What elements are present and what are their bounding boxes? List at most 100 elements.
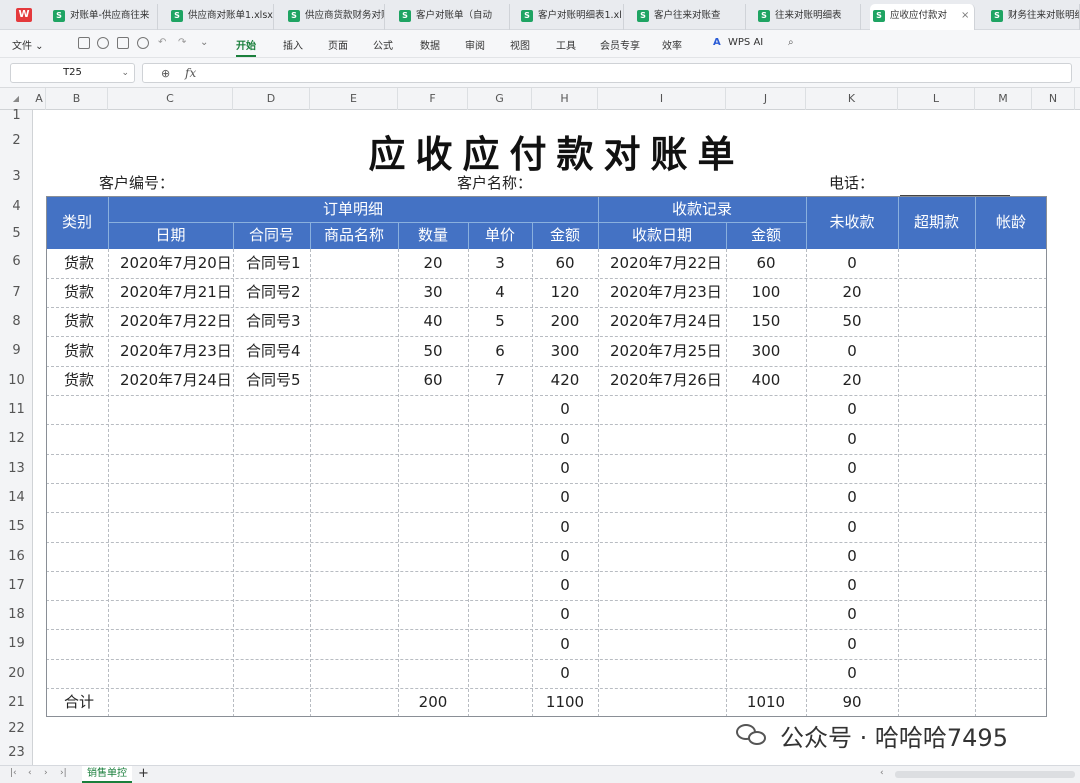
row-header-cell[interactable]: 15 xyxy=(0,519,33,535)
table-cell[interactable]: 20 xyxy=(806,366,898,395)
row-header-cell[interactable]: 5 xyxy=(0,226,33,242)
table-cell[interactable] xyxy=(46,542,108,571)
table-cell[interactable] xyxy=(233,542,310,571)
table-cell[interactable]: 20 xyxy=(806,278,898,307)
table-cell[interactable] xyxy=(468,629,532,659)
table-cell[interactable]: 合同号4 xyxy=(233,336,310,366)
table-cell[interactable] xyxy=(975,395,1047,424)
row-header-cell[interactable]: 11 xyxy=(0,402,33,418)
row-header-cell[interactable]: 9 xyxy=(0,343,33,359)
table-cell[interactable] xyxy=(726,424,806,454)
table-cell[interactable] xyxy=(726,659,806,688)
table-cell[interactable] xyxy=(46,512,108,542)
table-cell[interactable] xyxy=(310,454,398,483)
table-cell[interactable]: 0 xyxy=(806,483,898,512)
column-header-cell[interactable]: J xyxy=(726,88,806,110)
table-cell[interactable] xyxy=(46,659,108,688)
table-cell[interactable]: 100 xyxy=(726,278,806,307)
row-header-cell[interactable]: 1 xyxy=(0,108,33,124)
table-cell[interactable] xyxy=(898,600,975,629)
table-cell[interactable]: 货款 xyxy=(46,307,108,336)
row-header-cell[interactable]: 16 xyxy=(0,549,33,565)
export-icon[interactable] xyxy=(97,37,109,49)
table-cell[interactable] xyxy=(310,395,398,424)
table-cell[interactable]: 2020年7月22日 xyxy=(108,307,233,336)
table-cell[interactable]: 0 xyxy=(532,542,598,571)
table-cell[interactable] xyxy=(898,483,975,512)
table-cell[interactable]: 0 xyxy=(806,336,898,366)
table-cell[interactable]: 4 xyxy=(468,278,532,307)
table-cell[interactable] xyxy=(898,659,975,688)
table-cell[interactable] xyxy=(898,542,975,571)
table-cell[interactable]: 150 xyxy=(726,307,806,336)
table-cell[interactable]: 0 xyxy=(532,483,598,512)
table-cell[interactable]: 20 xyxy=(398,249,468,278)
table-cell[interactable] xyxy=(310,629,398,659)
menu-tools[interactable]: 工具 xyxy=(556,37,576,52)
menu-page[interactable]: 页面 xyxy=(328,37,348,52)
table-cell[interactable]: 2020年7月23日 xyxy=(598,278,726,307)
table-cell[interactable] xyxy=(310,336,398,366)
table-cell[interactable]: 90 xyxy=(806,688,898,717)
table-cell[interactable] xyxy=(108,629,233,659)
table-cell[interactable]: 0 xyxy=(532,424,598,454)
table-cell[interactable] xyxy=(108,542,233,571)
table-cell[interactable]: 合同号2 xyxy=(233,278,310,307)
table-cell[interactable]: 0 xyxy=(806,454,898,483)
table-cell[interactable]: 30 xyxy=(398,278,468,307)
table-cell[interactable] xyxy=(898,366,975,395)
table-cell[interactable] xyxy=(726,454,806,483)
table-cell[interactable]: 货款 xyxy=(46,336,108,366)
table-cell[interactable]: 0 xyxy=(532,395,598,424)
table-cell[interactable]: 货款 xyxy=(46,366,108,395)
table-cell[interactable] xyxy=(975,249,1047,278)
column-header-cell[interactable]: E xyxy=(310,88,398,110)
table-cell[interactable] xyxy=(398,571,468,600)
table-cell[interactable] xyxy=(898,336,975,366)
table-cell[interactable] xyxy=(108,454,233,483)
table-cell[interactable] xyxy=(46,600,108,629)
row-header-cell[interactable]: 6 xyxy=(0,254,33,270)
table-cell[interactable] xyxy=(108,512,233,542)
close-icon[interactable]: × xyxy=(961,4,969,28)
table-cell[interactable] xyxy=(598,571,726,600)
print-preview-icon[interactable] xyxy=(137,37,149,49)
table-cell[interactable]: 合计 xyxy=(46,688,108,717)
table-cell[interactable] xyxy=(468,424,532,454)
table-cell[interactable] xyxy=(898,307,975,336)
row-header-cell[interactable]: 23 xyxy=(0,745,33,761)
document-tab[interactable]: S 客户对账单（自动 xyxy=(396,4,510,30)
table-cell[interactable] xyxy=(398,454,468,483)
table-cell[interactable]: 0 xyxy=(532,571,598,600)
table-cell[interactable] xyxy=(233,424,310,454)
table-cell[interactable] xyxy=(398,542,468,571)
table-cell[interactable] xyxy=(310,366,398,395)
wps-logo-icon[interactable]: W xyxy=(16,8,32,22)
table-cell[interactable]: 合同号3 xyxy=(233,307,310,336)
table-cell[interactable] xyxy=(468,454,532,483)
table-cell[interactable]: 0 xyxy=(532,454,598,483)
table-cell[interactable] xyxy=(598,629,726,659)
table-cell[interactable] xyxy=(898,249,975,278)
table-cell[interactable] xyxy=(468,542,532,571)
table-cell[interactable] xyxy=(898,688,975,717)
table-cell[interactable] xyxy=(975,278,1047,307)
table-cell[interactable] xyxy=(598,542,726,571)
table-cell[interactable]: 50 xyxy=(398,336,468,366)
sheet-tab[interactable]: 销售单控 xyxy=(82,766,132,783)
table-cell[interactable] xyxy=(233,659,310,688)
table-cell[interactable] xyxy=(468,483,532,512)
table-cell[interactable]: 1010 xyxy=(726,688,806,717)
column-header-cell[interactable]: G xyxy=(468,88,532,110)
table-cell[interactable]: 50 xyxy=(806,307,898,336)
table-cell[interactable]: 2020年7月21日 xyxy=(108,278,233,307)
table-cell[interactable]: 0 xyxy=(806,659,898,688)
table-cell[interactable]: 5 xyxy=(468,307,532,336)
row-header-cell[interactable]: 14 xyxy=(0,490,33,506)
table-cell[interactable]: 0 xyxy=(532,600,598,629)
table-cell[interactable] xyxy=(108,395,233,424)
menu-data[interactable]: 数据 xyxy=(420,37,440,52)
table-cell[interactable] xyxy=(310,483,398,512)
table-cell[interactable]: 合同号1 xyxy=(233,249,310,278)
table-cell[interactable] xyxy=(975,600,1047,629)
